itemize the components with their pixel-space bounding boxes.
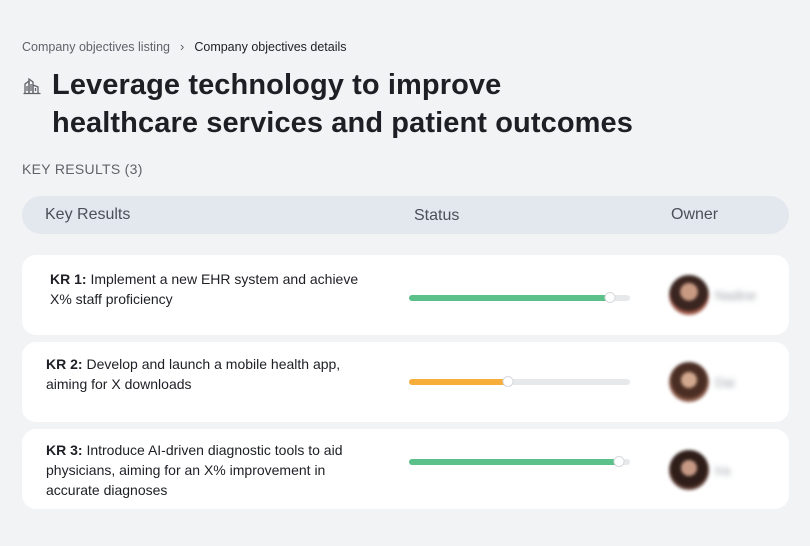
avatar	[669, 275, 709, 315]
table-header: Key Results Status Owner	[22, 196, 789, 234]
status-progress-bar	[409, 456, 630, 467]
table-row[interactable]: KR 1: Implement a new EHR system and ach…	[22, 255, 789, 335]
table-row[interactable]: KR 2: Develop and launch a mobile health…	[22, 342, 789, 422]
kr-text: Introduce AI-driven diagnostic tools to …	[46, 442, 343, 498]
objective-header: Leverage technology to improve healthcar…	[22, 66, 652, 142]
progress-fill	[409, 379, 509, 385]
kr-label: KR 1:	[50, 271, 87, 287]
progress-knob	[613, 456, 625, 467]
owner-name: Nadine	[715, 287, 757, 303]
key-result-description: KR 1: Implement a new EHR system and ach…	[50, 269, 360, 309]
progress-knob	[604, 292, 616, 303]
progress-fill	[409, 459, 619, 465]
owner-name: Ira	[715, 462, 731, 478]
avatar	[669, 362, 709, 402]
progress-knob	[502, 376, 514, 387]
breadcrumb-current: Company objectives details	[194, 39, 347, 54]
breadcrumb-link-objectives-listing[interactable]: Company objectives listing	[22, 40, 170, 54]
page-title: Leverage technology to improve healthcar…	[52, 69, 633, 139]
owner[interactable]: Dai	[669, 362, 735, 402]
column-header-key-results: Key Results	[45, 206, 131, 223]
owner[interactable]: Nadine	[669, 275, 756, 315]
column-header-status: Status	[414, 207, 460, 224]
owner[interactable]: Ira	[669, 450, 730, 490]
owner-name: Dai	[715, 374, 735, 390]
avatar	[669, 450, 709, 490]
kr-label: KR 2:	[46, 356, 83, 372]
chevron-right-icon: ›	[180, 39, 185, 54]
kr-text: Develop and launch a mobile health app, …	[46, 356, 341, 392]
key-result-description: KR 3: Introduce AI-driven diagnostic too…	[46, 440, 356, 500]
status-progress-bar	[409, 292, 630, 303]
kr-label: KR 3:	[46, 442, 83, 458]
kr-text: Implement a new EHR system and achieve X…	[50, 271, 359, 307]
table-row[interactable]: KR 3: Introduce AI-driven diagnostic too…	[22, 429, 789, 509]
status-progress-bar	[409, 376, 630, 387]
column-header-owner: Owner	[671, 206, 719, 223]
breadcrumb: Company objectives listing › Company obj…	[22, 39, 347, 54]
key-result-description: KR 2: Develop and launch a mobile health…	[46, 354, 356, 394]
progress-fill	[409, 295, 611, 301]
key-results-count: KEY RESULTS (3)	[22, 161, 143, 177]
bank-building-icon	[23, 77, 41, 95]
